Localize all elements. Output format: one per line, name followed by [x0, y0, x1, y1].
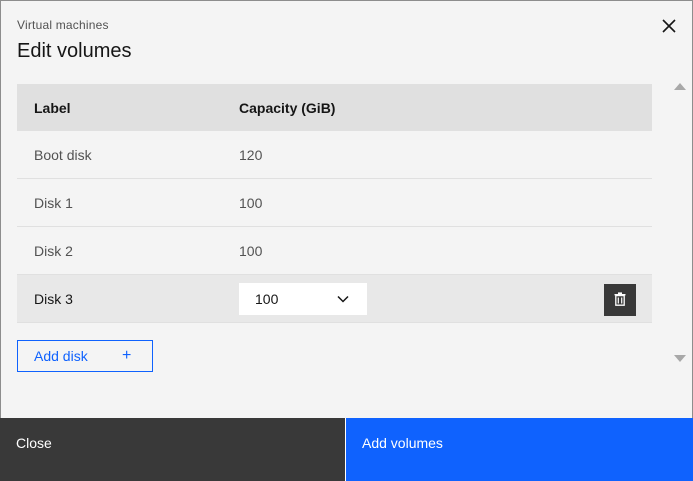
capacity-select[interactable]: 100 — [239, 283, 367, 315]
plus-icon: + — [122, 347, 132, 364]
modal-footer: Close Add volumes — [0, 418, 693, 481]
modal-label: Virtual machines — [17, 18, 109, 32]
row-label: Disk 3 — [34, 290, 73, 307]
chevron-down-icon — [337, 292, 349, 308]
modal-title: Edit volumes — [17, 40, 132, 62]
scrollbar[interactable] — [669, 74, 691, 372]
table-row-editing: Disk 3 100 — [17, 275, 652, 323]
table-row: Boot disk 120 — [17, 131, 652, 179]
table-row: Disk 2 100 — [17, 227, 652, 275]
close-button[interactable]: Close — [0, 418, 345, 481]
table-header: Label Capacity (GiB) — [17, 84, 652, 131]
row-label: Disk 1 — [34, 194, 73, 211]
add-disk-button[interactable]: Add disk + — [17, 340, 153, 372]
row-capacity: 120 — [239, 146, 263, 163]
table-row: Disk 1 100 — [17, 179, 652, 227]
add-disk-label: Add disk — [34, 348, 88, 364]
row-label: Boot disk — [34, 146, 92, 163]
column-header-capacity: Capacity (GiB) — [239, 99, 336, 116]
delete-row-button[interactable] — [604, 284, 636, 316]
add-volumes-button[interactable]: Add volumes — [345, 418, 693, 481]
volumes-table: Label Capacity (GiB) Boot disk 120 Disk … — [17, 84, 652, 323]
row-label: Disk 2 — [34, 242, 73, 259]
row-capacity: 100 — [239, 242, 263, 259]
trash-icon — [614, 291, 626, 309]
scroll-up-icon[interactable] — [674, 83, 686, 90]
row-capacity: 100 — [239, 194, 263, 211]
close-icon[interactable] — [657, 14, 681, 38]
column-header-label: Label — [34, 99, 71, 116]
capacity-select-value: 100 — [255, 291, 279, 307]
edit-volumes-modal: Virtual machines Edit volumes Label Capa… — [0, 0, 693, 481]
scroll-down-icon[interactable] — [674, 355, 686, 362]
